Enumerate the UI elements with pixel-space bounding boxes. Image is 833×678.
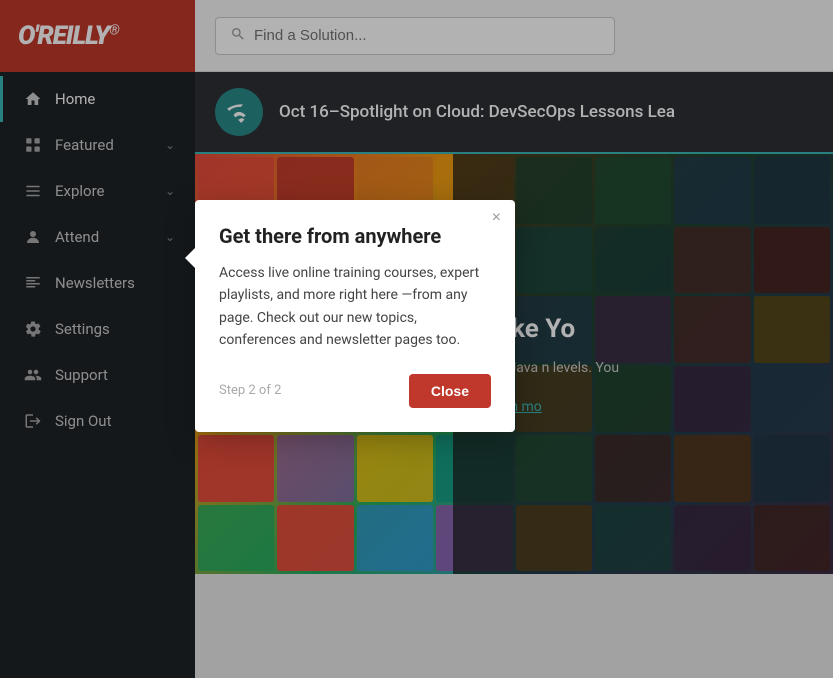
popup-title: Get there from anywhere bbox=[219, 224, 491, 248]
popup-footer: Step 2 of 2 Close bbox=[219, 374, 491, 408]
popup-card: × Get there from anywhere Access live on… bbox=[195, 200, 515, 432]
popup-body: Access live online training courses, exp… bbox=[219, 262, 491, 352]
popup-close-x-button[interactable]: × bbox=[492, 210, 501, 226]
popup-arrow bbox=[185, 248, 195, 268]
popup-close-button[interactable]: Close bbox=[409, 374, 491, 408]
popup-step: Step 2 of 2 bbox=[219, 383, 281, 398]
